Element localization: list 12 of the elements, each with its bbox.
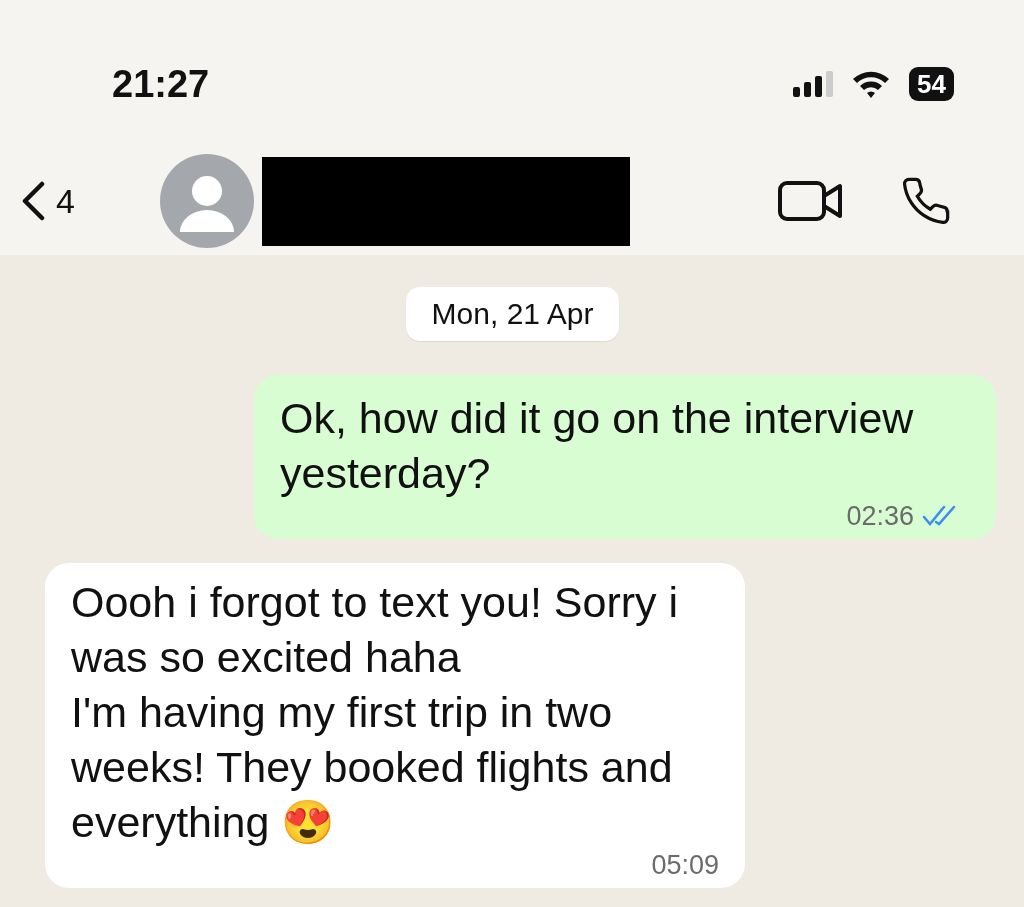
message-time: 05:09 <box>651 850 719 880</box>
status-time: 21:27 <box>112 62 210 106</box>
back-button[interactable]: 4 <box>20 181 75 221</box>
phone-call-button[interactable] <box>900 175 952 227</box>
battery-level: 54 <box>909 67 954 101</box>
date-chip: Mon, 21 Apr <box>405 287 620 341</box>
message-text: Oooh i forgot to text you! Sorry i was so excited haha I'm having my first trip in two weeks! They booked flights and everything 😍 <box>71 577 680 848</box>
message-text: Ok, how did it go on the interview yesterday? <box>280 393 915 499</box>
video-call-button[interactable] <box>778 179 844 223</box>
wifi-icon <box>851 69 892 99</box>
signal-icon <box>793 71 834 97</box>
message-time: 02:36 <box>846 501 914 531</box>
